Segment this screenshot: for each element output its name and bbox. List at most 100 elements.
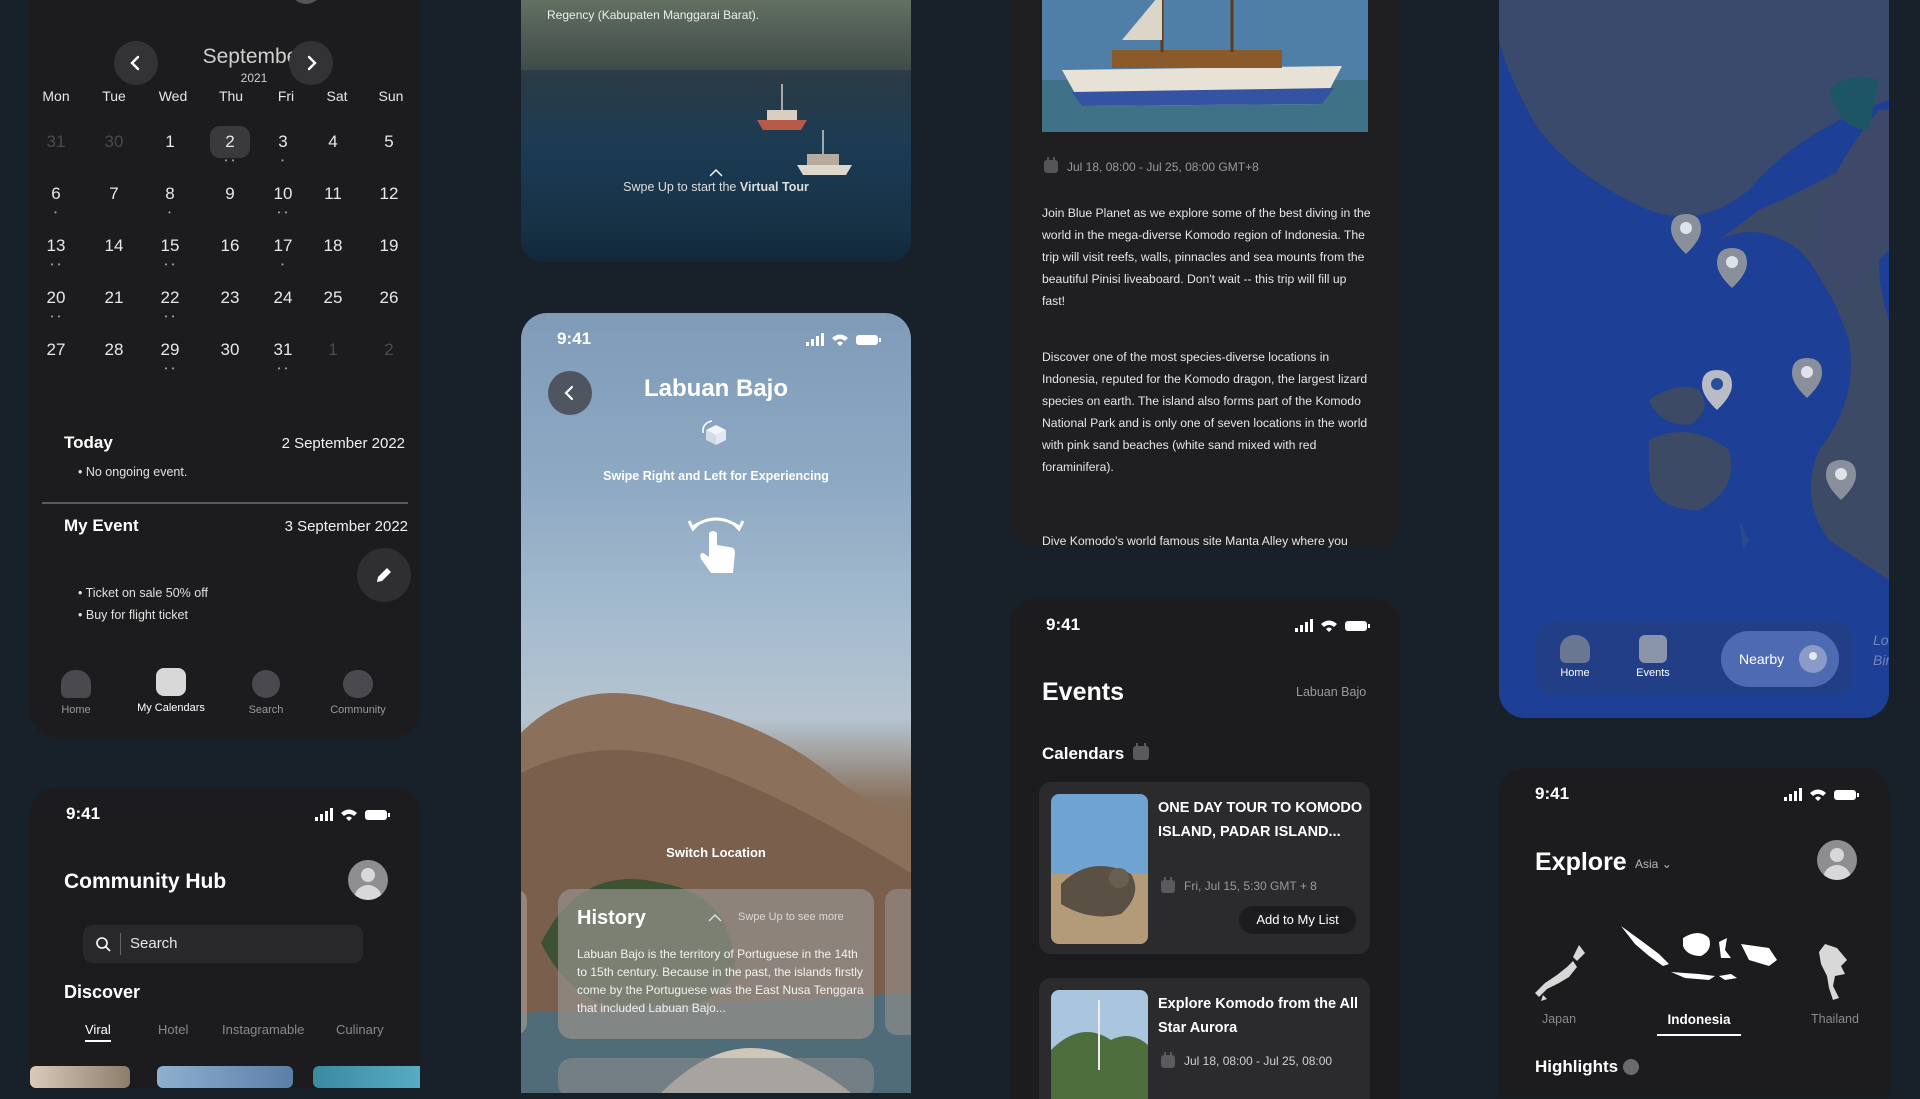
region-select[interactable]: Asia ⌄ [1635,857,1672,871]
event-item[interactable]: Explore Komodo from the All Star Aurora … [1039,978,1370,1099]
events-location[interactable]: Labuan Bajo [1296,685,1366,699]
tab-culinary[interactable]: Culinary [336,1022,384,1037]
calendar-day[interactable]: 8 [150,178,190,210]
country-indonesia[interactable]: Indonesia [1644,1012,1754,1036]
calendar-day[interactable]: 31 [263,334,303,366]
add-to-my-list-button[interactable]: Add to My List [1239,906,1356,934]
calendar-day[interactable]: 30 [94,126,134,158]
nav-my-calendars[interactable]: My Calendars [126,668,216,714]
nearby-button[interactable]: Nearby [1721,631,1839,687]
chevron-down-icon: ⌄ [1661,857,1672,871]
bottom-toolbar[interactable] [558,1058,874,1093]
thailand-map-icon[interactable] [1817,942,1853,1002]
location-pin-icon[interactable] [1700,368,1734,412]
next-month-button[interactable] [289,41,333,85]
tour-caption: Regency (Kabupaten Manggarai Barat). [547,8,760,22]
calendar-day[interactable]: 24 [263,282,303,314]
calendar-day[interactable]: 31 [36,126,76,158]
calendar-day[interactable]: 19 [369,230,409,262]
tab-hotel[interactable]: Hotel [158,1022,188,1037]
calendar-day[interactable]: 23 [210,282,250,314]
calendar-day[interactable]: 11 [313,178,353,210]
calendar-day[interactable]: 14 [94,230,134,262]
map-bottom-nav: Home Events Nearby [1536,621,1853,695]
map-image[interactable] [1499,0,1889,718]
calendar-day[interactable]: 28 [94,334,134,366]
history-card-next[interactable] [885,889,911,1035]
location-pin-icon[interactable] [1669,212,1703,256]
calendar-day[interactable]: 1 [313,334,353,366]
calendar-day[interactable]: 30 [210,334,250,366]
divider [42,502,408,504]
calendar-day[interactable]: 3 [263,126,303,158]
nav-home[interactable]: Home [1553,635,1597,679]
discover-thumbnail[interactable] [157,1066,293,1088]
event-detail-card: Jul 18, 08:00 - Jul 25, 08:00 GMT+8 Join… [1010,0,1400,548]
discover-thumbnail[interactable] [30,1066,130,1088]
calendar-day[interactable]: 2 [210,126,250,158]
calendar-day[interactable]: 9 [210,178,250,210]
calendar-day[interactable]: 12 [369,178,409,210]
avatar[interactable] [1817,840,1857,880]
country-thailand[interactable]: Thailand [1799,1012,1871,1026]
calendar-day[interactable]: 7 [94,178,134,210]
star-badge-icon [1623,1059,1639,1075]
nav-events[interactable]: Events [1631,635,1675,679]
calendar-day[interactable]: 16 [210,230,250,262]
calendar-day[interactable]: 5 [369,126,409,158]
calendar-day[interactable]: 4 [313,126,353,158]
calendar-day[interactable]: 2 [369,334,409,366]
indonesia-map-icon[interactable] [1619,924,1779,988]
location-pin-icon[interactable] [1715,246,1749,290]
location-pin-icon[interactable] [1790,356,1824,400]
tab-viral[interactable]: Viral [85,1022,111,1042]
detail-paragraph-1: Join Blue Planet as we explore some of t… [1042,206,1371,308]
swipe-up-prefix: Swpe Up to start the [623,180,740,194]
calendar-day[interactable]: 20 [36,282,76,314]
avatar[interactable] [348,860,388,900]
search-input[interactable]: Search [83,925,363,963]
calendar-day[interactable]: 6 [36,178,76,210]
calendar-day[interactable]: 1 [150,126,190,158]
nav-search[interactable]: Search [221,670,311,716]
calendar-card: September 2021 Mon Tue Wed Thu Fri Sat Sun 31 3… [30,0,420,737]
avatar[interactable] [290,0,322,4]
location-pin-icon[interactable] [1824,458,1858,502]
event-item[interactable]: ONE DAY TOUR TO KOMODO ISLAND, PADAR ISL… [1039,782,1370,954]
calendar-day[interactable]: 10 [263,178,303,210]
tab-instagramable[interactable]: Instagramable [222,1022,304,1037]
today-date: 2 September 2022 [281,435,405,452]
calendar-day[interactable]: 18 [313,230,353,262]
calendar-day[interactable]: 26 [369,282,409,314]
calendar-day[interactable]: 22 [150,282,190,314]
calendar-day[interactable]: 29 [150,334,190,366]
event-date: Jul 18, 08:00 - Jul 25, 08:00 [1184,1054,1333,1068]
today-event-text: No ongoing event. [85,465,188,479]
switch-location-label[interactable]: Switch Location [521,845,911,860]
history-card[interactable]: History Swpe Up to see more Labuan Bajo … [558,889,874,1039]
calendar-day[interactable]: 25 [313,282,353,314]
chevron-up-icon [709,169,723,177]
nav-community[interactable]: Community [313,670,403,716]
history-card-prev[interactable] [521,889,527,1035]
today-label: Today [64,433,113,452]
virtual-tour-preview-card: Regency (Kabupaten Manggarai Barat). Swp… [521,0,911,262]
country-japan[interactable]: Japan [1523,1012,1595,1026]
calendar-day[interactable]: 17 [263,230,303,262]
calendar-day[interactable]: 27 [36,334,76,366]
chevron-right-icon [307,55,317,71]
discover-thumbnail[interactable] [313,1066,420,1088]
prev-month-button[interactable] [114,41,158,85]
status-icons [1295,619,1375,633]
calendar-day[interactable]: 21 [94,282,134,314]
calendar-day[interactable]: 13 [36,230,76,262]
search-placeholder: Search [130,935,178,952]
japan-map-icon[interactable] [1533,943,1587,1003]
edit-button[interactable] [357,548,411,602]
calendar-day[interactable]: 15 [150,230,190,262]
nav-home[interactable]: Home [31,670,121,716]
status-icons [315,808,395,822]
event-dots-indicator: • [281,260,285,269]
tour-title: Labuan Bajo [643,375,788,402]
calendar-icon[interactable] [1132,743,1150,761]
